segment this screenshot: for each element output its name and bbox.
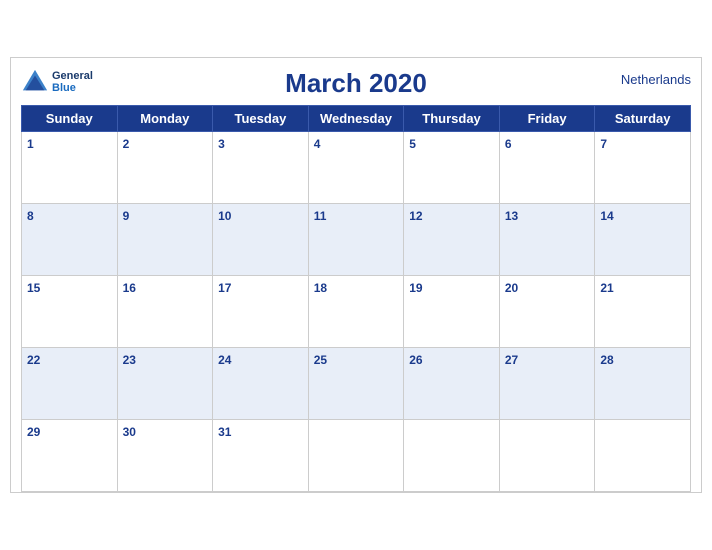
day-number-18: 18 (314, 281, 327, 295)
day-number-24: 24 (218, 353, 231, 367)
day-number-1: 1 (27, 137, 34, 151)
day-cell-11: 11 (308, 204, 404, 276)
generalblue-logo-icon (21, 68, 49, 96)
day-number-7: 7 (600, 137, 607, 151)
day-cell-12: 12 (404, 204, 500, 276)
day-cell-5: 5 (404, 132, 500, 204)
day-cell-27: 27 (499, 348, 595, 420)
day-cell-15: 15 (22, 276, 118, 348)
day-number-17: 17 (218, 281, 231, 295)
day-number-14: 14 (600, 209, 613, 223)
day-number-13: 13 (505, 209, 518, 223)
day-cell-16: 16 (117, 276, 213, 348)
header-tuesday: Tuesday (213, 106, 309, 132)
day-number-19: 19 (409, 281, 422, 295)
day-number-9: 9 (123, 209, 130, 223)
day-cell-28: 28 (595, 348, 691, 420)
day-number-8: 8 (27, 209, 34, 223)
header-row: SundayMondayTuesdayWednesdayThursdayFrid… (22, 106, 691, 132)
day-cell-25: 25 (308, 348, 404, 420)
empty-cell (404, 420, 500, 492)
week-row-3: 15 16 17 18 19 20 21 (22, 276, 691, 348)
header-monday: Monday (117, 106, 213, 132)
day-number-21: 21 (600, 281, 613, 295)
logo-blue: Blue (52, 82, 93, 94)
header-friday: Friday (499, 106, 595, 132)
header-saturday: Saturday (595, 106, 691, 132)
day-number-4: 4 (314, 137, 321, 151)
day-number-20: 20 (505, 281, 518, 295)
week-row-2: 8 9 10 11 12 13 14 (22, 204, 691, 276)
day-number-2: 2 (123, 137, 130, 151)
day-cell-9: 9 (117, 204, 213, 276)
day-number-16: 16 (123, 281, 136, 295)
day-number-6: 6 (505, 137, 512, 151)
day-cell-30: 30 (117, 420, 213, 492)
day-number-25: 25 (314, 353, 327, 367)
calendar-title: March 2020 (285, 68, 427, 99)
day-cell-2: 2 (117, 132, 213, 204)
day-number-23: 23 (123, 353, 136, 367)
day-number-27: 27 (505, 353, 518, 367)
calendar-container: General Blue March 2020 Netherlands Sund… (10, 57, 702, 493)
header-thursday: Thursday (404, 106, 500, 132)
day-cell-4: 4 (308, 132, 404, 204)
day-number-29: 29 (27, 425, 40, 439)
logo-text: General Blue (52, 70, 93, 94)
day-cell-1: 1 (22, 132, 118, 204)
day-number-26: 26 (409, 353, 422, 367)
day-cell-22: 22 (22, 348, 118, 420)
week-row-4: 22 23 24 25 26 27 28 (22, 348, 691, 420)
day-cell-21: 21 (595, 276, 691, 348)
day-number-12: 12 (409, 209, 422, 223)
day-cell-18: 18 (308, 276, 404, 348)
calendar-header: General Blue March 2020 Netherlands (21, 68, 691, 99)
calendar-grid: SundayMondayTuesdayWednesdayThursdayFrid… (21, 105, 691, 492)
day-cell-17: 17 (213, 276, 309, 348)
day-cell-26: 26 (404, 348, 500, 420)
day-number-11: 11 (314, 209, 327, 223)
day-number-15: 15 (27, 281, 40, 295)
day-cell-29: 29 (22, 420, 118, 492)
day-cell-6: 6 (499, 132, 595, 204)
header-wednesday: Wednesday (308, 106, 404, 132)
day-number-10: 10 (218, 209, 231, 223)
day-cell-31: 31 (213, 420, 309, 492)
day-number-22: 22 (27, 353, 40, 367)
day-number-5: 5 (409, 137, 416, 151)
day-cell-24: 24 (213, 348, 309, 420)
empty-cell (308, 420, 404, 492)
empty-cell (595, 420, 691, 492)
day-number-31: 31 (218, 425, 231, 439)
empty-cell (499, 420, 595, 492)
day-cell-13: 13 (499, 204, 595, 276)
day-number-28: 28 (600, 353, 613, 367)
day-cell-14: 14 (595, 204, 691, 276)
logo-area: General Blue (21, 68, 93, 96)
day-cell-23: 23 (117, 348, 213, 420)
day-number-30: 30 (123, 425, 136, 439)
week-row-5: 29 30 31 (22, 420, 691, 492)
day-number-3: 3 (218, 137, 225, 151)
week-row-1: 1 2 3 4 5 6 7 (22, 132, 691, 204)
day-cell-8: 8 (22, 204, 118, 276)
day-cell-7: 7 (595, 132, 691, 204)
day-cell-20: 20 (499, 276, 595, 348)
country-label: Netherlands (621, 72, 691, 87)
day-cell-19: 19 (404, 276, 500, 348)
logo-general: General (52, 70, 93, 82)
day-cell-3: 3 (213, 132, 309, 204)
day-cell-10: 10 (213, 204, 309, 276)
header-sunday: Sunday (22, 106, 118, 132)
